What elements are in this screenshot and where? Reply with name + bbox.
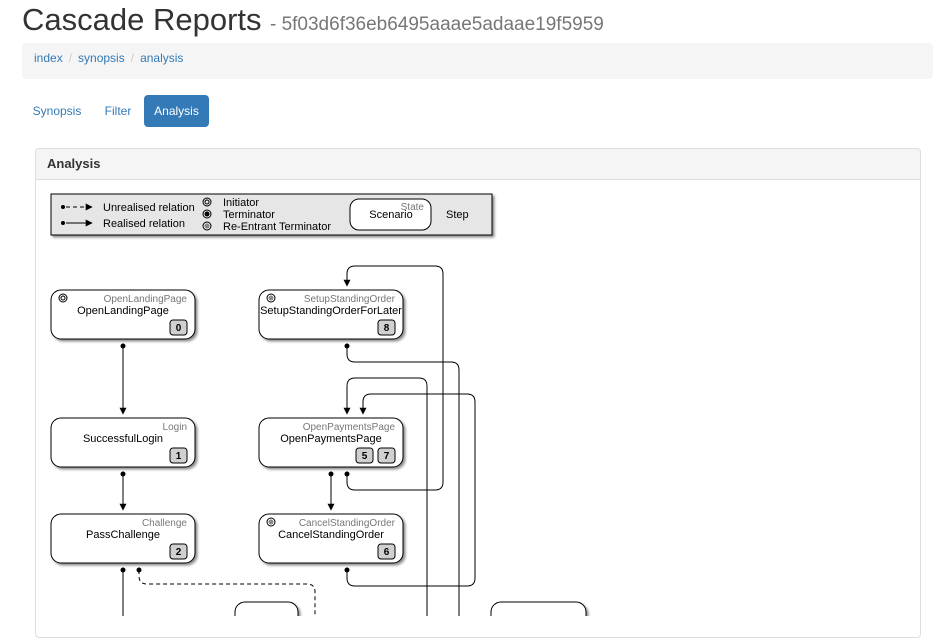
node-partial-right <box>490 601 587 616</box>
node-scenario-label: OpenPaymentsPage <box>280 433 382 445</box>
edge-loop-into-payments <box>343 377 428 616</box>
reentrant-terminator-icon-inner <box>268 295 274 301</box>
legend-step-label: Step <box>446 209 469 221</box>
node-state-label: OpenLandingPage <box>104 294 188 305</box>
edge-source-dot <box>344 471 350 477</box>
analysis-diagram: Unrealised relation Realised relation In… <box>50 193 587 616</box>
step-number: 0 <box>176 323 182 334</box>
node-state-label: Challenge <box>142 518 187 529</box>
legend-realised-label: Realised relation <box>103 218 185 230</box>
node-cancel-standing-order: CancelStandingOrder CancelStandingOrder … <box>258 513 404 564</box>
legend-initiator-label: Initiator <box>223 197 259 209</box>
step-number: 1 <box>176 451 182 462</box>
step-number: 6 <box>384 547 390 558</box>
node-partial-left <box>234 601 299 616</box>
legend-scenario-label: Scenario <box>369 209 412 221</box>
node-scenario-label: OpenLandingPage <box>77 305 169 317</box>
node-state-label: OpenPaymentsPage <box>303 422 396 433</box>
step-number: 2 <box>176 547 182 558</box>
node-state-label: SetupStandingOrder <box>304 294 396 305</box>
node-challenge: Challenge PassChallenge 2 <box>50 513 196 564</box>
reentrant-terminator-icon-inner <box>268 519 274 525</box>
edge-source-dot <box>120 343 126 349</box>
node-scenario-label: SetupStandingOrderForLater <box>260 305 402 317</box>
edge-source-dot <box>344 343 350 349</box>
terminator-icon-inner <box>204 211 210 217</box>
edge-source-dot <box>120 567 126 573</box>
legend: Unrealised relation Realised relation In… <box>50 193 493 236</box>
step-number: 8 <box>384 323 390 334</box>
node-state-label: CancelStandingOrder <box>299 518 396 529</box>
node-state-label: Login <box>163 422 187 433</box>
reentrant-icon-inner <box>204 223 210 229</box>
legend-unrealised-label: Unrealised relation <box>103 202 195 214</box>
legend-source-dot <box>61 221 65 225</box>
step-number: 7 <box>384 451 390 462</box>
step-number: 5 <box>362 451 368 462</box>
node-open-payments-page: OpenPaymentsPage OpenPaymentsPage 5 7 <box>258 417 404 468</box>
edge-source-dot <box>344 567 350 573</box>
node-scenario-label: PassChallenge <box>86 529 160 541</box>
legend-source-dot <box>61 205 65 209</box>
node-login: Login SuccessfulLogin 1 <box>50 417 196 468</box>
legend-reentrant-label: Re-Entrant Terminator <box>223 221 331 233</box>
node-open-landing-page: OpenLandingPage OpenLandingPage 0 <box>50 289 196 340</box>
edge-source-dot <box>120 471 126 477</box>
edge-source-dot <box>328 471 334 477</box>
node-scenario-label: CancelStandingOrder <box>278 529 384 541</box>
edge-source-dot <box>136 567 142 573</box>
edge-setup-down <box>346 346 460 616</box>
node-scenario-label: SuccessfulLogin <box>83 433 163 445</box>
node-setup-standing-order: SetupStandingOrder SetupStandingOrderFor… <box>258 289 404 340</box>
legend-terminator-label: Terminator <box>223 209 275 221</box>
